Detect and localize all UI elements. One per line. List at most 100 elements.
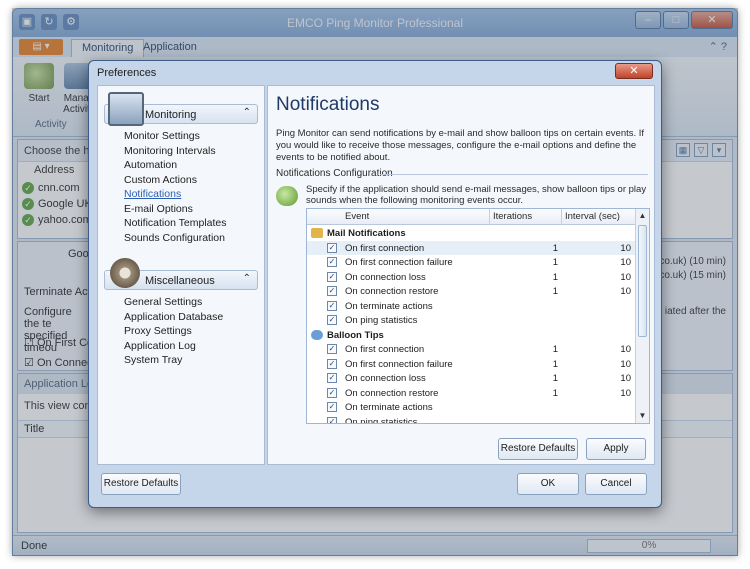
iterations-cell[interactable]: 1 (492, 359, 558, 370)
nav-item-email-options[interactable]: E-mail Options (124, 203, 193, 215)
event-checkbox[interactable]: ✓ (327, 402, 337, 412)
interval-cell[interactable]: 10 (563, 388, 631, 399)
table-row[interactable]: ✓ On ping statistics (307, 313, 635, 328)
interval-column-header[interactable]: Interval (sec) (565, 211, 620, 222)
preferences-nav: Monitoring ⌃ Monitor Settings Monitoring… (97, 85, 265, 465)
iterations-cell[interactable]: 1 (492, 257, 558, 268)
section-title: Notifications Configuration (276, 168, 393, 179)
nav-item-monitoring-intervals[interactable]: Monitoring Intervals (124, 145, 216, 157)
table-row[interactable]: ✓ On connection loss 1 10 (307, 371, 635, 386)
nav-item-monitor-settings[interactable]: Monitor Settings (124, 130, 200, 142)
gear-icon (110, 258, 140, 288)
interval-cell[interactable]: 10 (563, 272, 631, 283)
event-cell: On first connection failure (345, 358, 453, 370)
iterations-cell[interactable]: 1 (492, 272, 558, 283)
table-row[interactable]: ✓ On connection restore 1 10 (307, 284, 635, 299)
nav-item-system-tray[interactable]: System Tray (124, 354, 182, 366)
collapse-icon[interactable]: ⌃ (243, 273, 251, 284)
nav-item-sounds-configuration[interactable]: Sounds Configuration (124, 232, 225, 244)
restore-defaults-button[interactable]: Restore Defaults (101, 473, 181, 495)
table-row[interactable]: ✓ On first connection 1 10 (307, 240, 635, 255)
ok-button[interactable]: OK (517, 473, 579, 495)
nav-item-custom-actions[interactable]: Custom Actions (124, 174, 197, 186)
scroll-thumb[interactable] (638, 225, 647, 337)
interval-cell[interactable]: 10 (563, 344, 631, 355)
event-checkbox[interactable]: ✓ (327, 344, 337, 354)
iterations-cell[interactable]: 1 (492, 373, 558, 384)
event-cell: On first connection (345, 242, 425, 254)
table-row[interactable]: ✓ On first connection failure 1 10 (307, 357, 635, 372)
nav-item-proxy-settings[interactable]: Proxy Settings (124, 325, 192, 337)
event-column-header[interactable]: Event (345, 211, 369, 222)
apply-button[interactable]: Apply (586, 438, 646, 460)
grid-group-name: Balloon Tips (327, 329, 384, 341)
grid-group-row[interactable]: Balloon Tips (307, 328, 635, 343)
monitor-icon (108, 92, 144, 126)
iterations-cell[interactable]: 1 (492, 243, 558, 254)
event-cell: On connection loss (345, 373, 426, 384)
event-checkbox[interactable]: ✓ (327, 300, 337, 311)
event-checkbox[interactable]: ✓ (327, 242, 337, 253)
event-cell: On first connection (345, 344, 425, 355)
interval-cell[interactable]: 10 (563, 286, 631, 297)
nav-item-application-log[interactable]: Application Log (124, 340, 196, 352)
event-checkbox[interactable]: ✓ (327, 373, 337, 383)
page-title: Notifications (276, 94, 380, 115)
grid-scrollbar[interactable]: ▲ ▼ (635, 209, 649, 423)
iterations-column-header[interactable]: Iterations (493, 211, 532, 222)
event-checkbox[interactable]: ✓ (327, 416, 337, 423)
table-row[interactable]: ✓ On terminate actions (307, 299, 635, 314)
iterations-cell[interactable]: 1 (492, 286, 558, 297)
event-cell: On connection restore (345, 286, 439, 297)
event-checkbox[interactable]: ✓ (327, 286, 337, 296)
page-intro: Ping Monitor can send notifications by e… (276, 128, 645, 163)
event-cell: On terminate actions (345, 300, 433, 312)
notifications-page: Notifications Ping Monitor can send noti… (267, 85, 655, 465)
interval-cell[interactable]: 10 (563, 373, 631, 384)
table-row[interactable]: ✓ On ping statistics (307, 415, 635, 424)
collapse-icon[interactable]: ⌃ (243, 107, 251, 118)
nav-item-automation[interactable]: Automation (124, 159, 177, 171)
interval-cell[interactable]: 10 (563, 243, 631, 254)
notifications-grid: Event Iterations Interval (sec) Mail Not… (306, 208, 650, 424)
nav-item-notifications[interactable]: Notifications (124, 188, 181, 200)
dialog-title: Preferences (97, 67, 157, 79)
nav-item-application-database[interactable]: Application Database (124, 311, 223, 323)
restore-defaults-page-button[interactable]: Restore Defaults (498, 438, 578, 460)
event-cell: On terminate actions (345, 402, 433, 413)
scroll-down-icon[interactable]: ▼ (636, 409, 649, 423)
dialog-close-button[interactable]: ✕ (615, 63, 653, 79)
event-cell: On connection loss (345, 271, 426, 283)
event-checkbox[interactable]: ✓ (327, 257, 337, 267)
iterations-cell[interactable]: 1 (492, 388, 558, 399)
table-row[interactable]: ✓ On first connection failure 1 10 (307, 255, 635, 270)
section-divider (380, 174, 648, 175)
table-row[interactable]: ✓ On connection restore 1 10 (307, 386, 635, 401)
scroll-up-icon[interactable]: ▲ (636, 209, 649, 223)
event-checkbox[interactable]: ✓ (327, 387, 337, 398)
section-description: Specify if the application should send e… (306, 184, 647, 206)
nav-section-label: Miscellaneous (145, 275, 215, 287)
event-checkbox[interactable]: ✓ (327, 315, 337, 325)
nav-item-general-settings[interactable]: General Settings (124, 296, 202, 308)
balloon-icon (311, 329, 323, 340)
nav-item-notification-templates[interactable]: Notification Templates (124, 217, 227, 229)
interval-cell[interactable]: 10 (563, 257, 631, 268)
event-cell: On ping statistics (345, 416, 418, 424)
event-checkbox[interactable]: ✓ (327, 271, 337, 282)
grid-header: Event Iterations Interval (sec) (307, 209, 649, 225)
nav-section-label: Monitoring (145, 109, 197, 121)
table-row[interactable]: ✓ On terminate actions (307, 400, 635, 415)
iterations-cell[interactable]: 1 (492, 344, 558, 355)
interval-cell[interactable]: 10 (563, 359, 631, 370)
mail-icon (311, 228, 323, 238)
event-cell: On first connection failure (345, 257, 453, 268)
table-row[interactable]: ✓ On connection loss 1 10 (307, 270, 635, 285)
notification-icon (276, 186, 298, 206)
event-cell: On connection restore (345, 387, 439, 399)
event-checkbox[interactable]: ✓ (327, 358, 337, 369)
grid-group-name: Mail Notifications (327, 228, 406, 239)
cancel-button[interactable]: Cancel (585, 473, 647, 495)
grid-group-row[interactable]: Mail Notifications (307, 226, 635, 241)
table-row[interactable]: ✓ On first connection 1 10 (307, 342, 635, 357)
